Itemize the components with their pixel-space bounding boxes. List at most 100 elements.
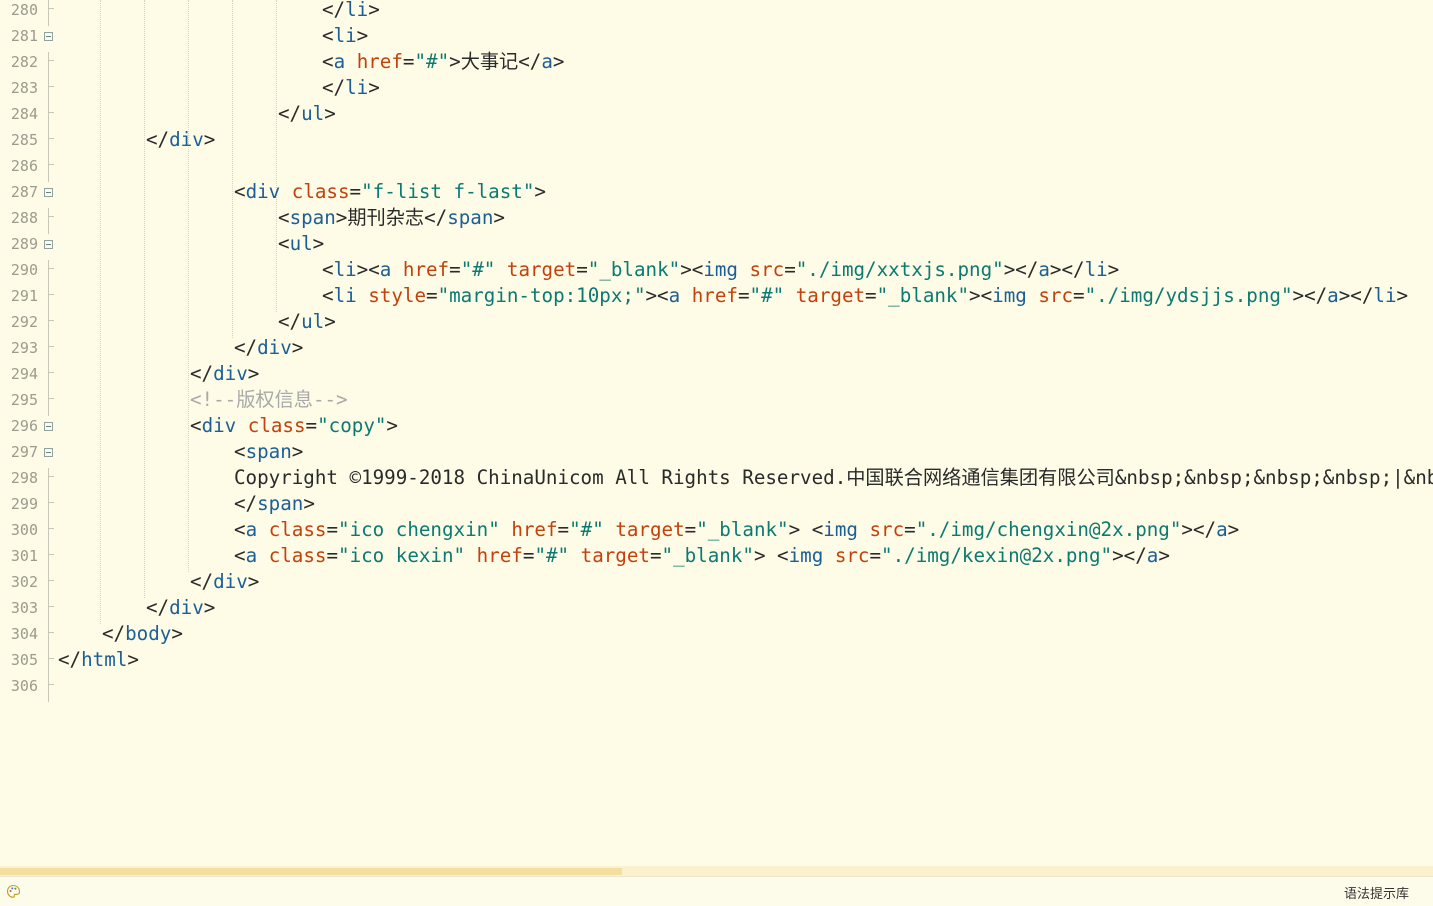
code-token-p bbox=[784, 284, 796, 307]
code-token-tag: a bbox=[333, 50, 346, 73]
code-token-p: ></ bbox=[1112, 544, 1147, 567]
line-number: 293 bbox=[10, 339, 38, 357]
fold-toggle-icon[interactable] bbox=[44, 448, 53, 457]
code-line: 293 </div> bbox=[0, 338, 1433, 364]
fold-guide-tick bbox=[48, 502, 54, 503]
code-token-tag: li bbox=[333, 24, 357, 47]
palette-icon[interactable] bbox=[6, 884, 21, 899]
line-number: 289 bbox=[10, 235, 38, 253]
code-token-p: < bbox=[234, 440, 246, 463]
scrollbar-thumb[interactable] bbox=[0, 868, 622, 875]
code-token-p: = bbox=[576, 258, 588, 281]
code-token-p: > bbox=[552, 50, 565, 73]
code-token-tag: img bbox=[788, 544, 824, 567]
code-token-tag: span bbox=[447, 206, 494, 229]
fold-toggle-icon[interactable] bbox=[44, 240, 53, 249]
line-number: 301 bbox=[10, 547, 38, 565]
code-token-p: >< bbox=[645, 284, 669, 307]
code-token-p: > bbox=[312, 232, 325, 255]
code-line: 281 <li> bbox=[0, 26, 1433, 52]
line-number: 282 bbox=[10, 53, 38, 71]
code-token-p: < bbox=[234, 180, 246, 203]
status-bar: 语法提示库 bbox=[0, 876, 1433, 906]
fold-toggle-icon[interactable] bbox=[44, 188, 53, 197]
code-token-p: > bbox=[291, 336, 304, 359]
code-token-p: < bbox=[278, 232, 290, 255]
code-line: 283 </li> bbox=[0, 78, 1433, 104]
code-token-tag: li bbox=[333, 258, 357, 281]
code-token-p: > bbox=[493, 206, 505, 229]
line-number: 298 bbox=[10, 469, 38, 487]
code-token-p bbox=[604, 518, 616, 541]
line-number: 290 bbox=[10, 261, 38, 279]
code-token-p: < bbox=[234, 518, 246, 541]
code-token-com: <!--版权信息--> bbox=[190, 388, 348, 411]
code-token-p: > bbox=[356, 24, 369, 47]
code-token-str: "#" bbox=[460, 258, 496, 281]
code-token-attr: href bbox=[691, 284, 738, 307]
code-token-str: "./img/xxtxjs.png" bbox=[795, 258, 1004, 281]
syntax-hint-library-label[interactable]: 语法提示库 bbox=[1344, 883, 1409, 902]
code-token-tag: div bbox=[257, 336, 292, 359]
code-token-tag: div bbox=[245, 180, 281, 203]
fold-guide bbox=[48, 676, 49, 702]
code-token-attr: src bbox=[1038, 284, 1074, 307]
fold-guide-tick bbox=[48, 138, 54, 139]
code-token-p: = bbox=[522, 544, 535, 567]
fold-toggle-icon[interactable] bbox=[44, 32, 53, 41]
fold-guide-tick bbox=[48, 294, 54, 295]
code-token-p: > bbox=[203, 128, 216, 151]
code-line: 291 <li style="margin-top:10px;"><a href=… bbox=[0, 286, 1433, 312]
code-token-attr: href bbox=[476, 544, 523, 567]
code-token-tag: span bbox=[289, 206, 336, 229]
code-token-p: = bbox=[904, 518, 916, 541]
line-number: 305 bbox=[10, 651, 38, 669]
code-token-p: < bbox=[190, 414, 202, 437]
code-token-tag: div bbox=[213, 362, 248, 385]
code-token-p: > bbox=[127, 648, 139, 671]
code-token-attr: class bbox=[268, 544, 327, 567]
code-token-p: </ bbox=[146, 128, 170, 151]
code-line: 297 <span> bbox=[0, 442, 1433, 468]
code-token-tag: body bbox=[125, 622, 172, 645]
code-token-tag: div bbox=[169, 128, 204, 151]
code-line: 280 </li> bbox=[0, 0, 1433, 26]
code-token-p: > bbox=[247, 570, 260, 593]
code-token-tag: a bbox=[1146, 544, 1159, 567]
code-text: <a class="ico kexin" href="#" target="_b… bbox=[234, 546, 1170, 566]
line-number: 280 bbox=[10, 1, 38, 19]
code-token-str: "./img/chengxin@2x.png" bbox=[915, 518, 1182, 541]
fold-guide-tick bbox=[48, 8, 54, 9]
code-token-p bbox=[1027, 284, 1039, 307]
code-token-p: > bbox=[368, 76, 380, 99]
line-number: 299 bbox=[10, 495, 38, 513]
code-token-p: < bbox=[322, 50, 334, 73]
code-editor[interactable]: 280 </li> 281 <li> 282 <a href="#">大事记</a> 283… bbox=[0, 0, 1433, 866]
code-token-attr: class bbox=[291, 180, 350, 203]
code-token-p: </ bbox=[58, 648, 82, 671]
code-text: </ul> bbox=[278, 104, 336, 124]
code-token-str: "_blank" bbox=[587, 258, 681, 281]
code-token-tag: li bbox=[345, 76, 369, 99]
code-line: 292 </ul> bbox=[0, 312, 1433, 338]
fold-toggle-icon[interactable] bbox=[44, 422, 53, 431]
fold-guide bbox=[48, 468, 49, 494]
code-text: Copyright ©1999-2018 ChinaUnicom All Rig… bbox=[234, 468, 1433, 488]
code-token-p: = bbox=[349, 180, 362, 203]
fold-guide-tick bbox=[48, 60, 54, 61]
fold-guide bbox=[48, 0, 49, 26]
code-token-p: </ bbox=[278, 310, 302, 333]
code-text: </div> bbox=[146, 598, 215, 618]
code-token-attr: target bbox=[580, 544, 650, 567]
code-token-tag: a bbox=[1216, 518, 1228, 541]
code-line: 302 </div> bbox=[0, 572, 1433, 598]
code-token-p: </ bbox=[102, 622, 126, 645]
code-token-tag: img bbox=[992, 284, 1027, 307]
line-number: 285 bbox=[10, 131, 38, 149]
code-token-p: > bbox=[324, 310, 336, 333]
line-number: 287 bbox=[10, 183, 38, 201]
horizontal-scrollbar[interactable] bbox=[0, 866, 1433, 876]
line-number: 284 bbox=[10, 105, 38, 123]
fold-guide bbox=[48, 104, 49, 130]
code-token-tag: a bbox=[541, 50, 553, 73]
